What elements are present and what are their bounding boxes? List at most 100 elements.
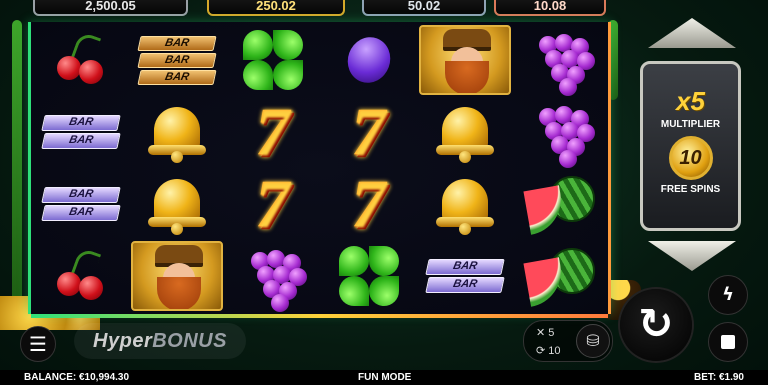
double-bar-symbol: BAR BAR [41, 115, 121, 149]
stop-icon [721, 335, 735, 349]
reel-2: BAR BAR BAR [129, 22, 225, 314]
bar-plate: BAR [41, 205, 121, 221]
bar-plate: BAR [41, 187, 121, 203]
reel-cell [33, 240, 129, 312]
reel-4: 77 [321, 22, 417, 314]
grape [559, 78, 577, 96]
bell-clapper [459, 223, 471, 235]
jackpot-major: 250.02 [207, 0, 345, 16]
clover-leaf [243, 30, 273, 60]
bell-symbol [148, 173, 206, 235]
cherry-fruit [79, 60, 103, 84]
mode-text: FUN MODE [358, 372, 412, 383]
grapes-symbol [531, 102, 595, 168]
multiplier-value: x5 [676, 86, 705, 116]
reel-3: 77 [225, 22, 321, 314]
menu-button[interactable]: ☰ [20, 326, 56, 362]
reel-cell [321, 24, 417, 96]
reel-cell: BAR BAR BAR [129, 24, 225, 96]
reel-cell [417, 96, 513, 168]
clover-leaf [273, 30, 303, 60]
watermelon-symbol [523, 246, 595, 307]
jackpot-mini: 10.08 [494, 0, 606, 16]
scroll-up-arrow[interactable] [648, 18, 736, 48]
spin-button[interactable]: ↻ [620, 289, 692, 361]
jackpot-minor: 50.02 [362, 0, 486, 16]
reel-cell [513, 96, 609, 168]
leprechaun-beard [157, 277, 201, 309]
clover-symbol [241, 28, 305, 92]
status-bar: BALANCE: €10,994.30 FUN MODE BET: €1.90 [0, 370, 768, 385]
bar-plate: BAR [41, 133, 121, 149]
turbo-button[interactable]: ϟ [708, 275, 748, 315]
reel-cell [129, 96, 225, 168]
free-spins-label: FREE SPINS [660, 184, 721, 195]
clover-leaf [339, 246, 369, 276]
clover-symbol [337, 244, 401, 308]
scroll-down-arrow[interactable] [648, 241, 736, 271]
reel-cell [129, 168, 225, 240]
logo-bonus-text: BONUS [152, 330, 227, 352]
seven-symbol: 7 [352, 94, 386, 170]
cherry-symbol [51, 31, 111, 88]
bell-clapper [459, 151, 471, 163]
reel-6 [513, 22, 609, 314]
reel-cell [225, 240, 321, 312]
clover-leaf [339, 276, 369, 306]
coin-stack-icon[interactable]: ⛁ [576, 324, 610, 358]
autoplay-settings[interactable]: ✕ 5 ⟳ 10 ⛁ [523, 320, 613, 362]
leprechaun-wild-symbol [419, 25, 511, 95]
reel-cell: 7 [225, 168, 321, 240]
triple-bar-symbol: BAR BAR BAR [137, 35, 217, 85]
cherry-fruit [79, 276, 103, 300]
seven-symbol: 7 [256, 166, 290, 242]
plum-symbol [341, 31, 397, 89]
bonus-feature-panel[interactable]: x5 MULTIPLIER 10 FREE SPINS [640, 61, 741, 231]
bell-symbol [436, 173, 494, 235]
cherry-symbol [51, 247, 111, 304]
bell-symbol [148, 101, 206, 163]
reel-cell [129, 240, 225, 312]
reel-cell: 7 [225, 96, 321, 168]
clover-leaf [273, 60, 303, 90]
double-bar-symbol: BAR BAR [41, 187, 121, 221]
grapes-symbol [531, 30, 595, 96]
logo-hyper-text: Hyper [93, 330, 153, 352]
bell-clapper [171, 223, 183, 235]
spins-indicator: ⟳ 10 [536, 345, 561, 357]
reel-cell: BAR BAR [417, 240, 513, 312]
hyper-bonus-logo: HyperBONUS [74, 323, 246, 359]
seven-symbol: 7 [256, 94, 290, 170]
multiplier-label: MULTIPLIER [660, 119, 721, 130]
free-spins-count-icon: 10 [668, 136, 713, 180]
reel-cell: 7 [321, 168, 417, 240]
hamburger-menu-icon: ☰ [29, 332, 47, 356]
reel-grid: BAR BAR BAR BAR BAR BAR BAR 7 7 7 7 BAR BAR [28, 22, 611, 318]
bar-plate: BAR [137, 52, 217, 68]
grapes-symbol [243, 246, 307, 312]
reel-cell: BAR BAR [33, 168, 129, 240]
vine-left-decoration [12, 20, 22, 320]
reel-cell [321, 240, 417, 312]
seven-symbol: 7 [352, 166, 386, 242]
reel-cell [417, 168, 513, 240]
watermelon-symbol [523, 174, 595, 235]
reel-5: BAR BAR [417, 22, 513, 314]
clover-leaf [243, 60, 273, 90]
reel-cell [417, 24, 513, 96]
clover-leaf [369, 276, 399, 306]
balance-text: BALANCE: €10,994.30 [24, 372, 130, 383]
reel-cell: BAR BAR [33, 96, 129, 168]
bar-plate: BAR [425, 277, 505, 293]
cherry-fruit [57, 56, 81, 80]
cherry-fruit [57, 272, 81, 296]
reel-cell [225, 24, 321, 96]
stop-button[interactable] [708, 322, 748, 362]
double-bar-symbol: BAR BAR [425, 259, 505, 293]
reel-cell: 7 [321, 96, 417, 168]
grape [271, 294, 289, 312]
spin-arrow-icon: ↻ [638, 299, 674, 348]
leprechaun-wild-symbol [131, 241, 223, 311]
clover-leaf [369, 246, 399, 276]
bell-symbol [436, 101, 494, 163]
